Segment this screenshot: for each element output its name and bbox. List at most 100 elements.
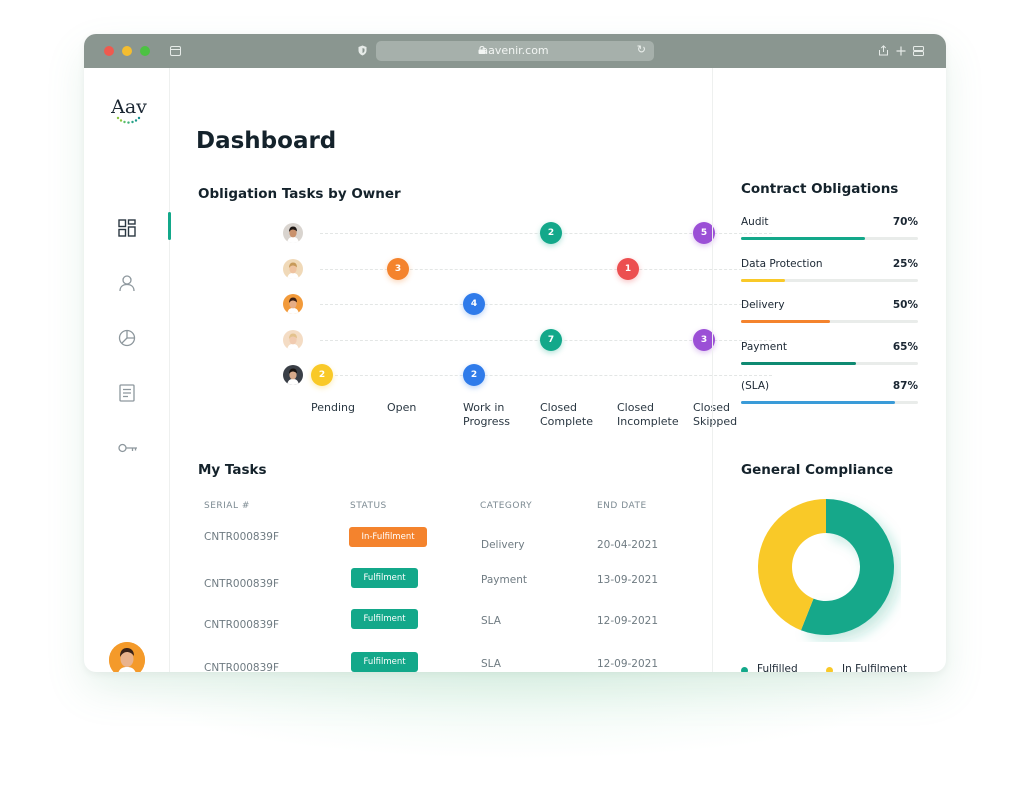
task-count-bubble[interactable]: 4 (463, 293, 485, 315)
aavenir-logo[interactable]: Aav (106, 94, 152, 128)
task-count-bubble[interactable]: 3 (387, 257, 409, 280)
obligation-percent: 50% (892, 299, 918, 311)
owner-avatar-portrait (283, 329, 303, 350)
grid-icon (118, 219, 136, 237)
task-end-date: 12-09-2021 (597, 615, 659, 627)
close-window-button[interactable] (104, 46, 114, 56)
obligation-progress-fill (741, 279, 786, 282)
legend-label: Fulfilled (757, 663, 798, 672)
obligation-progress-track (741, 362, 918, 365)
legend-label: In Fulfilment (842, 663, 908, 672)
obligation-label: Delivery (741, 299, 785, 311)
obligation-percent: 25% (892, 258, 918, 270)
task-status-badge[interactable]: Fulfilment (351, 652, 418, 672)
owner-avatar[interactable] (283, 294, 303, 314)
task-count-bubble[interactable]: 1 (617, 257, 639, 280)
user-icon (119, 275, 135, 292)
key-icon (118, 443, 137, 453)
task-status-badge[interactable]: In-Fulfilment (349, 527, 427, 547)
minimize-window-button[interactable] (122, 46, 132, 56)
maximize-window-button[interactable] (140, 46, 150, 56)
column-header-status[interactable]: STATUS (350, 501, 387, 511)
obligation-label: Data Protection (741, 258, 823, 270)
obligation-percent: 65% (892, 341, 918, 353)
obligation-progress-track (741, 237, 918, 240)
task-count-bubble[interactable]: 2 (311, 364, 333, 386)
column-header-end-date[interactable]: END DATE (597, 501, 647, 511)
status-column-label: Work in Progress (463, 401, 510, 428)
status-column-label: Closed Complete (540, 401, 594, 428)
obligation-percent: 70% (892, 216, 918, 228)
status-column-label: Closed Incomplete (617, 401, 679, 428)
user-avatar-portrait (109, 642, 145, 672)
general-compliance-donut-chart (758, 499, 894, 635)
obligation-progress-track (741, 279, 918, 282)
obligation-progress-fill (741, 237, 865, 240)
owner-avatar[interactable] (283, 223, 303, 243)
task-count-bubble[interactable]: 7 (540, 328, 562, 351)
page-title: Dashboard (196, 128, 337, 154)
obligation-progress-track (741, 320, 918, 323)
my-tasks-title: My Tasks (198, 462, 267, 478)
owner-avatar-portrait (283, 365, 303, 385)
address-bar[interactable]: aavenir.com ↻ (376, 41, 654, 61)
status-column-label: Pending (311, 401, 355, 414)
task-row-track (320, 304, 772, 305)
task-end-date: 12-09-2021 (597, 658, 659, 670)
obligation-percent: 87% (892, 380, 918, 392)
task-serial: CNTR000839F (204, 531, 280, 543)
task-end-date: 20-04-2021 (597, 539, 659, 551)
column-header-category[interactable]: CATEGORY (480, 501, 532, 511)
status-column-label: Open (387, 401, 417, 414)
task-category: Delivery (481, 539, 525, 551)
owner-avatar[interactable] (283, 329, 303, 350)
owner-avatar-portrait (283, 223, 303, 243)
obligation-label: Payment (741, 341, 787, 353)
owner-avatar-portrait (283, 258, 303, 279)
obligation-progress-fill (741, 320, 830, 323)
right-panel: Contract Obligations General Compliance … (712, 68, 946, 672)
contract-obligations-title: Contract Obligations (741, 181, 899, 197)
legend-dot (826, 667, 833, 672)
sidebar-item-dashboard[interactable] (84, 208, 171, 248)
pie-chart-icon (118, 329, 136, 347)
user-avatar[interactable] (109, 642, 145, 672)
sidebar-item-reports[interactable] (84, 318, 170, 358)
owner-avatar[interactable] (283, 365, 303, 385)
obligation-progress-fill (741, 362, 857, 365)
browser-window: aavenir.com ↻ Aav Dashboard Obligation T… (84, 34, 946, 672)
task-count-bubble[interactable]: 2 (463, 364, 485, 386)
logo-text: Aav (110, 96, 147, 118)
task-status-badge[interactable]: Fulfilment (351, 609, 418, 629)
sidebar-item-documents[interactable] (84, 373, 170, 413)
browser-titlebar: aavenir.com ↻ (84, 34, 946, 68)
sidebar-item-keys[interactable] (84, 428, 170, 468)
task-category: SLA (481, 615, 501, 627)
tabs-overview-icon[interactable] (913, 46, 924, 56)
task-row-track (320, 375, 772, 376)
document-icon (119, 384, 135, 402)
shield-icon[interactable] (358, 45, 367, 56)
column-header-serial[interactable]: SERIAL # (204, 501, 250, 511)
new-tab-icon[interactable] (896, 46, 906, 56)
sidebar-toggle-icon[interactable] (170, 46, 181, 56)
obligation-label: (SLA) (741, 380, 770, 392)
share-icon[interactable] (878, 45, 889, 56)
url-text: aavenir.com (481, 44, 549, 57)
task-category: Payment (481, 574, 527, 586)
obligation-progress-fill (741, 401, 895, 404)
sidebar-item-users[interactable] (84, 263, 170, 303)
task-count-bubble[interactable]: 2 (540, 222, 562, 244)
task-status-badge[interactable]: Fulfilment (351, 568, 418, 588)
owner-avatar[interactable] (283, 258, 303, 279)
obligation-progress-track (741, 401, 918, 404)
task-serial: CNTR000839F (204, 578, 280, 590)
legend-dot (741, 667, 748, 672)
task-end-date: 13-09-2021 (597, 574, 659, 586)
main-content: Dashboard Obligation Tasks by Owner My T… (170, 68, 772, 672)
sidebar: Aav (84, 68, 171, 672)
task-serial: CNTR000839F (204, 662, 280, 672)
general-compliance-title: General Compliance (741, 462, 894, 478)
reload-icon[interactable]: ↻ (637, 43, 646, 56)
obligation-label: Audit (741, 216, 769, 228)
